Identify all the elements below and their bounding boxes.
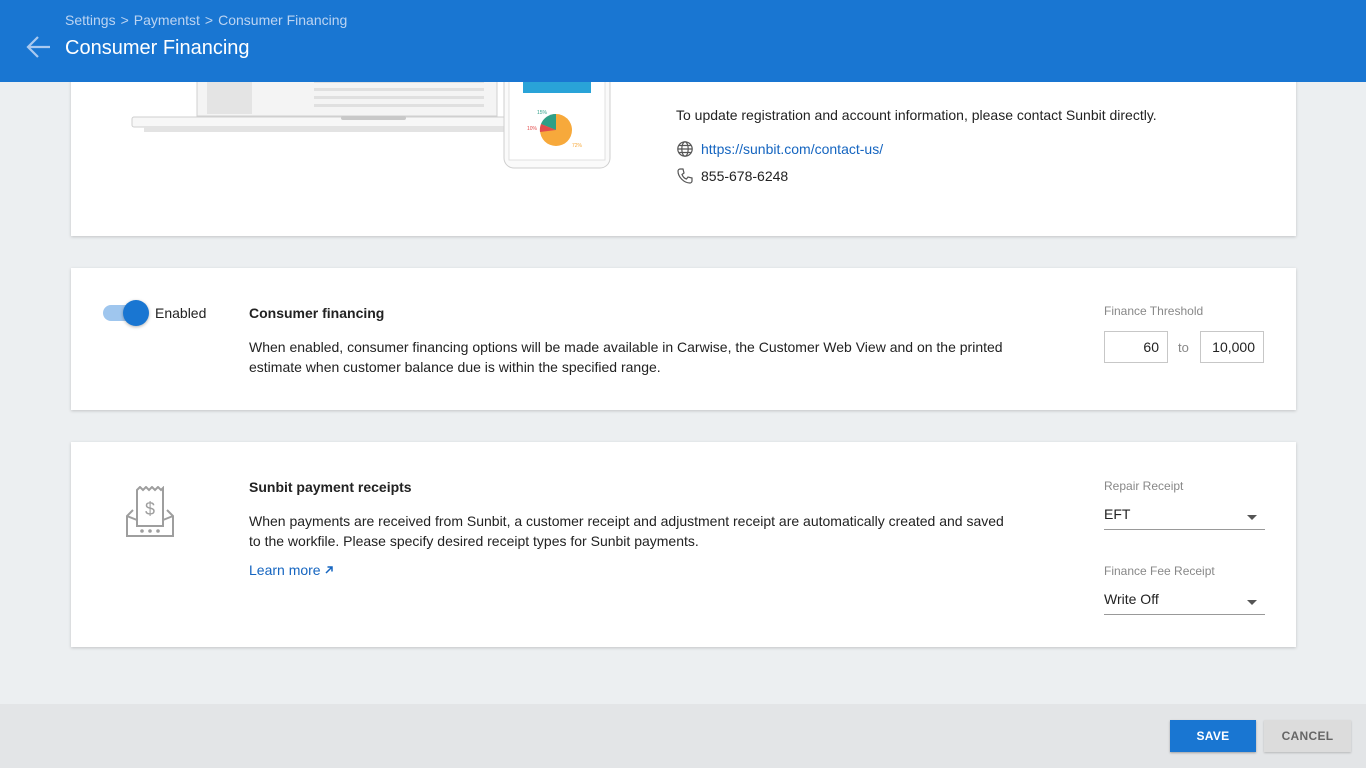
breadcrumb: Settings > Paymentst > Consumer Financing xyxy=(65,12,347,28)
contact-phone: 855-678-6248 xyxy=(701,168,789,184)
contact-card: 15% 10% 72% To update registration and a… xyxy=(71,60,1296,236)
svg-text:15%: 15% xyxy=(537,110,548,116)
svg-text:$: $ xyxy=(145,499,155,519)
repair-receipt-label: Repair Receipt xyxy=(1104,479,1184,493)
breadcrumb-item-current: Consumer Financing xyxy=(218,12,348,28)
toggle-thumb xyxy=(123,300,149,326)
save-button[interactable]: SAVE xyxy=(1170,720,1256,752)
contact-instructions: To update registration and account infor… xyxy=(676,107,1157,123)
finance-fee-receipt-value: Write Off xyxy=(1104,591,1159,607)
repair-receipt-select[interactable]: EFT xyxy=(1104,500,1265,530)
chevron-down-icon xyxy=(1247,515,1257,520)
breadcrumb-separator: > xyxy=(120,12,129,28)
receipt-dollar-icon: $ xyxy=(126,486,174,537)
receipts-card: $ Sunbit payment receipts When payments … xyxy=(71,442,1296,647)
breadcrumb-separator: > xyxy=(204,12,214,28)
page-title: Consumer Financing xyxy=(65,37,250,59)
learn-more-text[interactable]: Learn more xyxy=(249,562,321,578)
receipts-description: When payments are received from Sunbit, … xyxy=(249,513,1004,549)
cancel-button[interactable]: CANCEL xyxy=(1264,720,1351,752)
contact-phone-row: 855-678-6248 xyxy=(676,167,788,185)
toggle-label: Enabled xyxy=(155,305,207,321)
breadcrumb-item-payments[interactable]: Paymentst xyxy=(134,12,200,28)
contact-url-row: https://sunbit.com/contact-us/ xyxy=(676,140,883,158)
svg-text:72%: 72% xyxy=(572,143,583,149)
finance-fee-receipt-select[interactable]: Write Off xyxy=(1104,585,1265,615)
app-header: Settings > Paymentst > Consumer Financing Co… xyxy=(0,0,1366,82)
financing-description: When enabled, consumer financing options… xyxy=(249,339,1003,375)
external-link-icon xyxy=(325,566,333,574)
chevron-down-icon xyxy=(1247,600,1257,605)
threshold-min-input[interactable] xyxy=(1104,331,1168,363)
breadcrumb-item-settings[interactable]: Settings xyxy=(65,12,116,28)
financing-toggle[interactable] xyxy=(103,300,149,326)
finance-threshold-label: Finance Threshold xyxy=(1104,304,1204,318)
phone-icon xyxy=(677,168,693,184)
financing-title: Consumer financing xyxy=(249,305,385,321)
footer-bar: SAVE CANCEL xyxy=(0,704,1366,768)
finance-fee-receipt-label: Finance Fee Receipt xyxy=(1104,564,1215,578)
svg-text:10%: 10% xyxy=(527,126,538,132)
financing-card: Enabled Consumer financing When enabled,… xyxy=(71,268,1296,410)
back-arrow-icon[interactable] xyxy=(26,34,52,60)
threshold-to-label: to xyxy=(1178,340,1189,355)
learn-more-link[interactable]: Learn more xyxy=(249,562,334,578)
receipts-title: Sunbit payment receipts xyxy=(249,479,412,495)
globe-icon xyxy=(677,141,693,157)
repair-receipt-value: EFT xyxy=(1104,506,1131,522)
threshold-max-input[interactable] xyxy=(1200,331,1264,363)
contact-url-link[interactable]: https://sunbit.com/contact-us/ xyxy=(701,141,883,157)
